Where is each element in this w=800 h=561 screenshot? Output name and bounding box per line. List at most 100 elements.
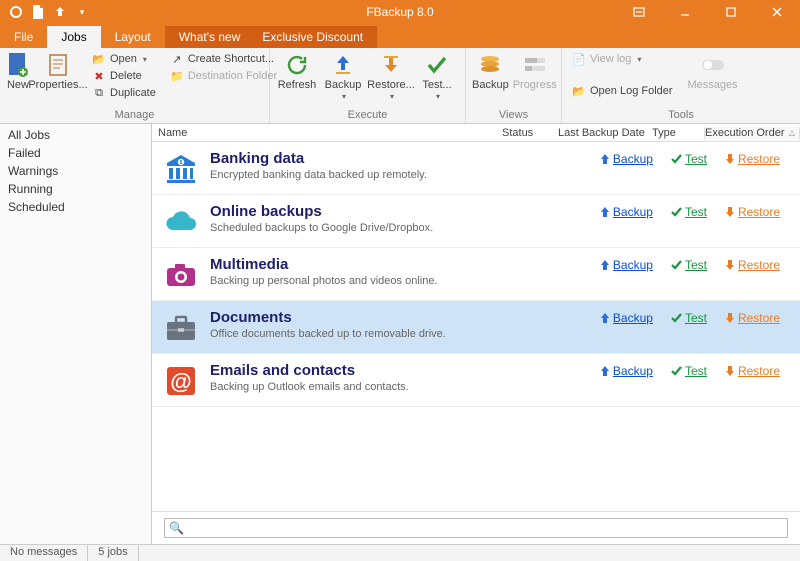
filter-warnings[interactable]: Warnings	[0, 162, 151, 180]
properties-button[interactable]: Properties...	[34, 51, 82, 91]
filter-running[interactable]: Running	[0, 180, 151, 198]
job-actions: Backup Test Restore	[600, 309, 788, 325]
camera-icon	[164, 258, 198, 292]
tab-strip: File Jobs Layout What's new Exclusive Di…	[0, 24, 800, 48]
tab-layout[interactable]: Layout	[101, 26, 165, 48]
upload-arrow-icon	[331, 53, 355, 77]
job-info: Online backupsScheduled backups to Googl…	[210, 203, 588, 234]
job-row[interactable]: Multimedia Backing up personal photos and…	[152, 248, 800, 301]
bank-icon: $	[164, 152, 198, 186]
job-test-link[interactable]: Test	[671, 258, 707, 272]
progress-button[interactable]: Progress	[513, 51, 557, 91]
folder-icon: 📁	[170, 69, 184, 83]
filter-scheduled[interactable]: Scheduled	[0, 198, 151, 216]
messages-button[interactable]: Messages	[687, 51, 739, 91]
job-test-link[interactable]: Test	[671, 311, 707, 325]
filter-failed[interactable]: Failed	[0, 144, 151, 162]
ribbon: New Properties... 📂Open▾ ✖Delete ⧉Duplic…	[0, 48, 800, 124]
filter-all-jobs[interactable]: All Jobs	[0, 126, 151, 144]
tab-exclusive-discount[interactable]: Exclusive Discount	[248, 26, 377, 48]
log-icon: 📄	[572, 52, 586, 66]
job-restore-link[interactable]: Restore	[725, 258, 780, 272]
group-manage-label: Manage	[0, 108, 269, 123]
job-backup-link[interactable]: Backup	[600, 364, 653, 378]
col-name[interactable]: Name	[152, 127, 502, 139]
briefcase-icon	[164, 311, 198, 345]
app-icon	[8, 4, 24, 20]
shortcut-icon: ↗	[170, 52, 184, 66]
plus-icon	[6, 53, 30, 77]
duplicate-button[interactable]: ⧉Duplicate	[88, 85, 160, 101]
col-last-backup[interactable]: Last Backup Date	[558, 127, 652, 139]
job-test-link[interactable]: Test	[671, 364, 707, 378]
create-shortcut-button[interactable]: ↗Create Shortcut...	[166, 51, 281, 67]
col-type[interactable]: Type	[652, 127, 704, 139]
group-views-label: Views	[466, 108, 561, 123]
job-row[interactable]: Online backupsScheduled backups to Googl…	[152, 195, 800, 248]
test-button[interactable]: Test...▾	[418, 51, 456, 102]
job-backup-link[interactable]: Backup	[600, 152, 653, 166]
column-header: Name Status Last Backup Date Type Execut…	[152, 124, 800, 142]
content: Name Status Last Backup Date Type Execut…	[152, 124, 800, 544]
job-name: Banking data	[210, 150, 588, 167]
job-row[interactable]: $ Banking data Encrypted banking data back…	[152, 142, 800, 195]
svg-text:@: @	[170, 369, 191, 394]
main: All Jobs Failed Warnings Running Schedul…	[0, 124, 800, 544]
tab-file[interactable]: File	[0, 26, 47, 48]
job-backup-link[interactable]: Backup	[600, 205, 653, 219]
job-desc: Encrypted banking data backed up remotel…	[210, 169, 588, 181]
open-log-folder-button[interactable]: 📂Open Log Folder	[568, 83, 677, 99]
job-restore-link[interactable]: Restore	[725, 205, 780, 219]
new-button[interactable]: New	[6, 51, 30, 91]
job-info: Banking data Encrypted banking data backe…	[210, 150, 588, 181]
job-restore-link[interactable]: Restore	[725, 311, 780, 325]
group-tools-label: Tools	[562, 108, 800, 123]
job-backup-link[interactable]: Backup	[600, 258, 653, 272]
open-button[interactable]: 📂Open▾	[88, 51, 160, 67]
chevron-down-icon[interactable]: ▾	[74, 4, 90, 20]
backup-view-button[interactable]: Backup	[472, 51, 509, 91]
job-restore-link[interactable]: Restore	[725, 364, 780, 378]
new-file-icon[interactable]	[30, 4, 46, 20]
job-name: Multimedia	[210, 256, 588, 273]
job-name: Emails and contacts	[210, 362, 588, 379]
job-name: Documents	[210, 309, 588, 326]
col-exec-order[interactable]: Execution Order△	[704, 127, 800, 139]
progress-icon	[523, 53, 547, 77]
view-log-button[interactable]: 📄View log▾	[568, 51, 677, 67]
close-icon[interactable]	[754, 0, 800, 24]
status-bar: No messages 5 jobs	[0, 544, 800, 561]
search-input[interactable]	[188, 522, 783, 534]
check-icon	[425, 53, 449, 77]
collapse-ribbon-icon[interactable]	[616, 0, 662, 24]
upload-icon[interactable]	[52, 4, 68, 20]
job-row[interactable]: @Emails and contactsBacking up Outlook e…	[152, 354, 800, 407]
job-restore-link[interactable]: Restore	[725, 152, 780, 166]
backup-button[interactable]: Backup▾	[322, 51, 364, 102]
col-status[interactable]: Status	[502, 127, 558, 139]
tab-jobs[interactable]: Jobs	[47, 26, 100, 48]
destination-folder-button[interactable]: 📁Destination Folder	[166, 68, 281, 84]
job-name: Online backups	[210, 203, 588, 220]
svg-text:$: $	[180, 160, 183, 166]
job-actions: Backup Test Restore	[600, 256, 788, 272]
tab-whats-new[interactable]: What's new	[165, 26, 255, 48]
delete-button[interactable]: ✖Delete	[88, 68, 160, 84]
folder-log-icon: 📂	[572, 84, 586, 98]
minimize-icon[interactable]	[662, 0, 708, 24]
x-icon: ✖	[92, 69, 106, 83]
search-box[interactable]: 🔍	[164, 518, 788, 538]
sort-asc-icon: △	[789, 128, 795, 137]
job-row[interactable]: DocumentsOffice documents backed up to r…	[152, 301, 800, 354]
job-backup-link[interactable]: Backup	[600, 311, 653, 325]
refresh-button[interactable]: Refresh	[276, 51, 318, 91]
search-row: 🔍	[152, 511, 800, 544]
maximize-icon[interactable]	[708, 0, 754, 24]
job-actions: Backup Test Restore	[600, 362, 788, 378]
job-test-link[interactable]: Test	[671, 205, 707, 219]
copy-icon: ⧉	[92, 86, 106, 100]
refresh-icon	[285, 53, 309, 77]
job-desc: Backing up personal photos and videos on…	[210, 275, 588, 287]
restore-button[interactable]: Restore...▾	[368, 51, 414, 102]
job-test-link[interactable]: Test	[671, 152, 707, 166]
